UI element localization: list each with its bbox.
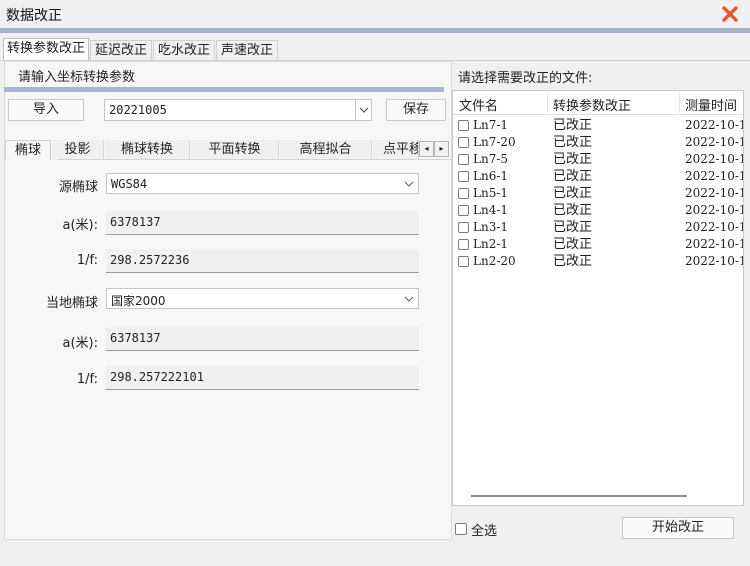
title-divider bbox=[0, 28, 750, 33]
file-row[interactable]: Ln7-1 已改正 2022-10-1 bbox=[453, 117, 744, 134]
window-title: 数据改正 bbox=[6, 8, 62, 24]
chevron-down-icon[interactable] bbox=[402, 291, 416, 311]
column-header-time[interactable]: 测量时间 bbox=[685, 95, 737, 114]
file-list[interactable]: 文件名 转换参数改正 测量时间 Ln7-1 已改正 2022-10-1 Ln7-20 已… bbox=[452, 90, 744, 506]
file-row[interactable]: Ln6-1 已改正 2022-10-1 bbox=[453, 168, 744, 185]
file-status: 已改正 bbox=[553, 203, 593, 218]
parameter-section-title: 请输入坐标转换参数 bbox=[18, 70, 136, 85]
file-time: 2022-10-1 bbox=[685, 203, 744, 217]
local-ellipsoid-label: 当地椭球 bbox=[45, 296, 98, 311]
file-name: Ln7-20 bbox=[473, 135, 516, 149]
file-status: 已改正 bbox=[553, 237, 593, 252]
file-status: 已改正 bbox=[553, 169, 593, 184]
chevron-down-icon[interactable] bbox=[402, 176, 416, 196]
file-name: Ln4-1 bbox=[473, 203, 509, 217]
file-time: 2022-10-1 bbox=[685, 254, 744, 268]
local-a-label: a(米): bbox=[62, 336, 99, 351]
local-ellipsoid-select[interactable]: 国家2000 bbox=[106, 288, 419, 309]
subtab-ellipsoid-transform[interactable]: 椭球转换 bbox=[105, 140, 190, 160]
file-time: 2022-10-1 bbox=[685, 186, 744, 200]
file-checkbox[interactable] bbox=[458, 239, 469, 250]
file-section-title: 请选择需要改正的文件: bbox=[458, 71, 593, 86]
local-f-field[interactable]: 298.257222101 bbox=[106, 366, 419, 390]
file-checkbox[interactable] bbox=[458, 222, 469, 233]
source-ellipsoid-value: WGS84 bbox=[111, 177, 148, 191]
source-a-field[interactable]: 6378137 bbox=[106, 211, 419, 235]
column-header-status[interactable]: 转换参数改正 bbox=[553, 95, 631, 114]
scroll-left-icon[interactable]: ◂ bbox=[419, 141, 434, 157]
source-f-label: 1/f: bbox=[76, 253, 98, 268]
local-ellipsoid-value: 国家2000 bbox=[111, 294, 166, 308]
subtab-point-shift[interactable]: 点平移 bbox=[373, 140, 419, 160]
scroll-right-icon[interactable]: ▸ bbox=[434, 141, 449, 157]
file-status: 已改正 bbox=[553, 186, 593, 201]
file-name: Ln5-1 bbox=[473, 186, 509, 200]
source-f-field[interactable]: 298.2572236 bbox=[106, 249, 419, 273]
file-checkbox[interactable] bbox=[458, 256, 469, 267]
subtab-projection[interactable]: 投影 bbox=[52, 140, 104, 160]
file-time: 2022-10-1 bbox=[685, 118, 744, 132]
file-time: 2022-10-1 bbox=[685, 220, 744, 234]
file-row[interactable]: Ln7-5 已改正 2022-10-1 bbox=[453, 151, 744, 168]
file-checkbox[interactable] bbox=[458, 120, 469, 131]
file-name: Ln3-1 bbox=[473, 220, 509, 234]
subtab-plane-transform[interactable]: 平面转换 bbox=[191, 140, 279, 160]
column-separator bbox=[679, 93, 680, 113]
file-status: 已改正 bbox=[553, 152, 593, 167]
horizontal-scrollbar[interactable] bbox=[471, 495, 687, 497]
tab-sound-speed-correction[interactable]: 声速改正 bbox=[216, 40, 278, 60]
subtab-divider bbox=[58, 159, 451, 160]
source-ellipsoid-select[interactable]: WGS84 bbox=[106, 173, 419, 194]
local-a-field[interactable]: 6378137 bbox=[106, 327, 419, 351]
subtab-ellipsoid[interactable]: 椭球 bbox=[5, 140, 51, 160]
save-button[interactable]: 保存 bbox=[386, 99, 446, 121]
select-all-checkbox[interactable] bbox=[455, 523, 467, 535]
file-name: Ln7-5 bbox=[473, 152, 509, 166]
file-name: Ln6-1 bbox=[473, 169, 509, 183]
file-checkbox[interactable] bbox=[458, 171, 469, 182]
file-checkbox[interactable] bbox=[458, 137, 469, 148]
title-bar bbox=[0, 0, 750, 28]
file-status: 已改正 bbox=[553, 118, 593, 133]
file-row[interactable]: Ln7-20 已改正 2022-10-1 bbox=[453, 134, 744, 151]
start-correction-button[interactable]: 开始改正 bbox=[622, 517, 734, 539]
file-time: 2022-10-1 bbox=[685, 152, 744, 166]
file-checkbox[interactable] bbox=[458, 188, 469, 199]
file-time: 2022-10-1 bbox=[685, 237, 744, 251]
select-all-label: 全选 bbox=[471, 524, 498, 539]
import-button[interactable]: 导入 bbox=[8, 99, 84, 121]
file-time: 2022-10-1 bbox=[685, 169, 744, 183]
subtab-scroll: ◂ ▸ bbox=[419, 141, 449, 157]
file-list-header: 文件名 转换参数改正 测量时间 bbox=[453, 91, 743, 115]
column-separator bbox=[547, 93, 548, 113]
file-name: Ln2-1 bbox=[473, 237, 509, 251]
tab-transform-correction[interactable]: 转换参数改正 bbox=[3, 38, 89, 61]
local-f-label: 1/f: bbox=[76, 372, 98, 387]
file-checkbox[interactable] bbox=[458, 154, 469, 165]
tab-draft-correction[interactable]: 吃水改正 bbox=[153, 40, 215, 60]
file-name: Ln2-20 bbox=[473, 254, 516, 268]
file-row[interactable]: Ln3-1 已改正 2022-10-1 bbox=[453, 219, 744, 236]
close-icon[interactable] bbox=[720, 4, 740, 24]
tab-delay-correction[interactable]: 延迟改正 bbox=[90, 40, 152, 60]
column-header-filename[interactable]: 文件名 bbox=[459, 95, 498, 114]
file-status: 已改正 bbox=[553, 135, 593, 150]
section-underline bbox=[4, 87, 444, 92]
file-status: 已改正 bbox=[553, 254, 593, 269]
date-select[interactable]: 20221005 bbox=[104, 99, 372, 121]
date-select-value: 20221005 bbox=[109, 103, 167, 117]
file-row[interactable]: Ln5-1 已改正 2022-10-1 bbox=[453, 185, 744, 202]
file-row[interactable]: Ln2-1 已改正 2022-10-1 bbox=[453, 236, 744, 253]
source-a-label: a(米): bbox=[62, 218, 99, 233]
file-status: 已改正 bbox=[553, 220, 593, 235]
file-row[interactable]: Ln2-20 已改正 2022-10-1 bbox=[453, 253, 744, 270]
source-ellipsoid-label: 源椭球 bbox=[58, 180, 98, 195]
chevron-down-icon[interactable] bbox=[355, 100, 371, 120]
file-name: Ln7-1 bbox=[473, 118, 509, 132]
file-time: 2022-10-1 bbox=[685, 135, 744, 149]
subtab-height-fitting[interactable]: 高程拟合 bbox=[280, 140, 372, 160]
file-checkbox[interactable] bbox=[458, 205, 469, 216]
file-row[interactable]: Ln4-1 已改正 2022-10-1 bbox=[453, 202, 744, 219]
